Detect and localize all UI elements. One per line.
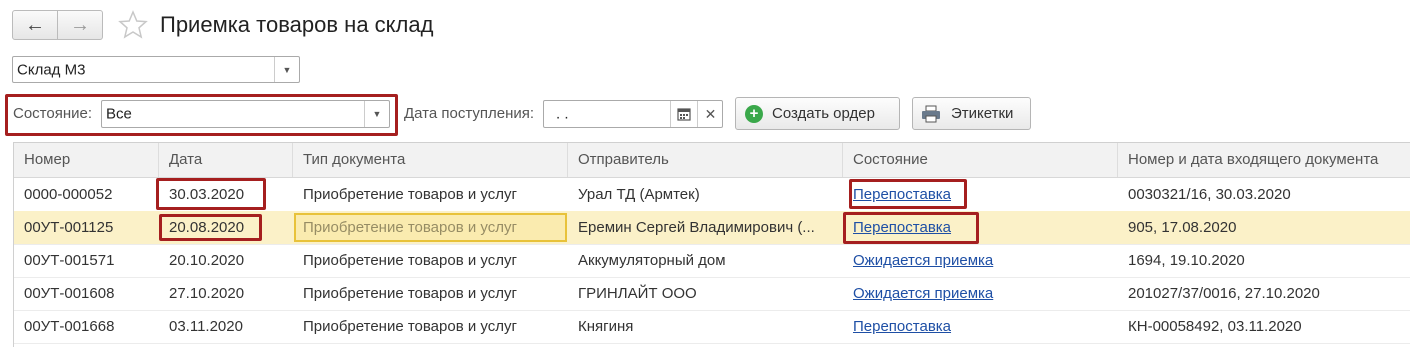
date-highlight-row1: [156, 178, 266, 210]
chevron-down-icon[interactable]: ▼: [364, 101, 389, 127]
navigation-buttons: ← →: [12, 10, 103, 40]
cell-state-link[interactable]: Ожидается приемка: [843, 244, 1118, 277]
cell-doc-type: Приобретение товаров и услуг: [303, 285, 517, 302]
cell-sender: Княгиня: [578, 318, 634, 335]
column-header-date[interactable]: Дата: [159, 143, 293, 177]
calendar-icon[interactable]: [670, 101, 697, 127]
state-select[interactable]: Все ▼: [101, 100, 390, 128]
date-label: Дата поступления:: [404, 105, 535, 122]
cell-number: 0000-000052: [24, 186, 113, 203]
cell-sender: Аккумуляторный дом: [578, 252, 726, 269]
state-highlight-row1: [849, 179, 967, 209]
back-button[interactable]: ←: [13, 11, 57, 39]
clear-icon[interactable]: ✕: [697, 101, 723, 127]
table-header: Номер Дата Тип документа Отправитель Сос…: [14, 143, 1410, 178]
date-highlight-row2: [159, 214, 262, 241]
state-value: Все: [106, 105, 132, 123]
forward-button[interactable]: →: [57, 11, 102, 39]
chevron-down-icon[interactable]: ▼: [274, 57, 299, 82]
column-header-incoming[interactable]: Номер и дата входящего документа: [1118, 143, 1410, 177]
cell-doc-type: Приобретение товаров и услуг: [303, 252, 517, 269]
column-header-state[interactable]: Состояние: [843, 143, 1118, 177]
cell-date: 03.11.2020: [169, 318, 243, 335]
cell-incoming: 905, 17.08.2020: [1128, 219, 1237, 236]
cell-date: 20.10.2020: [169, 252, 245, 269]
create-order-label: Создать ордер: [772, 105, 875, 122]
date-value: . .: [556, 105, 569, 123]
cell-number: 00УТ-001125: [24, 219, 114, 236]
star-icon[interactable]: [117, 9, 149, 41]
create-order-button[interactable]: + Создать ордер: [735, 97, 900, 130]
page-title: Приемка товаров на склад: [160, 12, 434, 37]
column-header-number[interactable]: Номер: [14, 143, 159, 177]
state-highlight-row2: [843, 212, 979, 244]
table-row[interactable]: 00УТ-001668 03.11.2020 Приобретение това…: [14, 310, 1410, 344]
cell-sender: Урал ТД (Армтек): [578, 186, 700, 203]
cell-date: 27.10.2020: [169, 285, 245, 302]
cell-doc-type: Приобретение товаров и услуг: [303, 186, 517, 203]
printer-icon: [922, 105, 940, 122]
table-row[interactable]: 00УТ-001571 20.10.2020 Приобретение това…: [14, 244, 1410, 278]
doc-type-focus-cell: [294, 213, 567, 242]
cell-sender: Еремин Сергей Владимирович (...: [578, 219, 815, 236]
cell-number: 00УТ-001668: [24, 318, 115, 335]
warehouse-value: Склад М3: [17, 61, 86, 78]
arrow-left-icon: ←: [25, 13, 45, 36]
table-row[interactable]: 00УТ-001608 27.10.2020 Приобретение това…: [14, 277, 1410, 311]
cell-incoming: 1694, 19.10.2020: [1128, 252, 1245, 269]
warehouse-select[interactable]: Склад М3 ▼: [12, 56, 300, 83]
cell-number: 00УТ-001608: [24, 285, 115, 302]
labels-button-label: Этикетки: [951, 105, 1014, 122]
labels-button[interactable]: Этикетки: [912, 97, 1031, 130]
column-header-sender[interactable]: Отправитель: [568, 143, 843, 177]
cell-sender: ГРИНЛАЙТ ООО: [578, 285, 697, 302]
cell-number: 00УТ-001571: [24, 252, 115, 269]
cell-doc-type: Приобретение товаров и услуг: [303, 318, 517, 335]
cell-state-link[interactable]: Перепоставка: [843, 310, 1118, 343]
state-label: Состояние:: [13, 105, 93, 122]
arrow-right-icon: →: [70, 13, 90, 36]
plus-icon: +: [745, 104, 763, 123]
cell-incoming: 201027/37/0016, 27.10.2020: [1128, 285, 1320, 302]
cell-state-link[interactable]: Ожидается приемка: [843, 277, 1118, 310]
date-input[interactable]: . . ✕: [543, 100, 723, 128]
cell-incoming: КН-00058492, 03.11.2020: [1128, 318, 1302, 335]
cell-incoming: 0030321/16, 30.03.2020: [1128, 186, 1291, 203]
documents-table: Номер Дата Тип документа Отправитель Сос…: [13, 142, 1410, 347]
column-header-doc-type[interactable]: Тип документа: [293, 143, 568, 177]
